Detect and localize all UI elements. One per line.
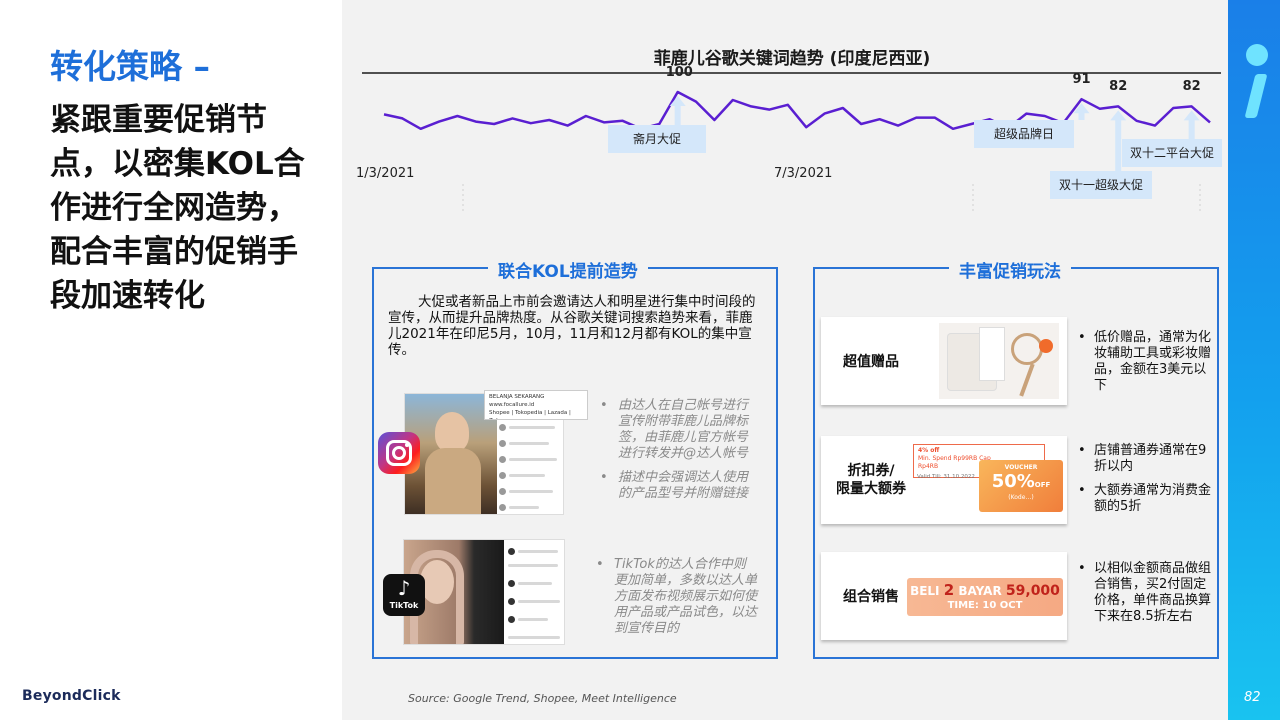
source-note: Source: Google Trend, Shopee, Meet Intel… (408, 692, 677, 705)
instagram-point-1: • 由达人在自己帐号进行宣传附带菲鹿儿品牌标签，由菲鹿儿官方帐号进行转发并@达人帐… (600, 398, 749, 461)
peak-value-label: 91 (1072, 72, 1091, 88)
event-annotation: 双十一超级大促 (1050, 171, 1152, 199)
tiktok-video-screenshot (403, 539, 565, 645)
gift-note: • 低价赠品，通常为化妆辅助工具或彩妆赠品，金额在3美元以下 (1078, 330, 1212, 393)
promo-tile-voucher: 折扣券/ 限量大额券 4% off Min. Spend Rp99RB Cap … (821, 436, 1067, 524)
promo-tile-gift: 超值赠品 (821, 317, 1067, 405)
shop-link-card: BELANJA SEKARANG www.focallure.id Shopee… (484, 390, 588, 420)
kol-box-title: 联合KOL提前造势 (488, 257, 648, 282)
promo-box-title: 丰富促销玩法 (949, 257, 1071, 282)
event-annotation: 斋月大促 (608, 125, 706, 153)
promo-tile-bundle-label: 组合销售 (843, 589, 899, 605)
accent-dot-icon (1246, 44, 1268, 66)
trend-chart (362, 72, 1221, 214)
tiktok-icon-label: TikTok (389, 601, 419, 610)
peak-value-label: 100 (665, 65, 693, 80)
eyelash-curler-icon (1011, 333, 1043, 365)
shop-link-stores: Shopee | Tokopedia | Lazada | Zalora (489, 410, 571, 419)
x-tick-label: 7/3/2021 (774, 166, 833, 181)
page-number: 82 (1244, 690, 1261, 705)
price-badge-icon (1039, 339, 1053, 353)
kol-paragraph: 大促或者新品上市前会邀请达人和明星进行集中时间段的宣传，从而提升品牌热度。从谷歌… (388, 294, 756, 358)
promo-tile-bundle: 组合销售 BELI 2 BAYAR 59,000 TIME: 10 OCT (821, 552, 1067, 640)
event-annotation: 超级品牌日 (974, 120, 1074, 148)
body-shape (425, 448, 481, 514)
instagram-icon (378, 432, 420, 474)
product-box-shape (979, 327, 1005, 381)
tiktok-point-1: • TikTok的达人合作中则更加简单，多数以达人单方面发布视频展示如何使用产品或… (596, 557, 758, 636)
section-kicker: 转化策略 – (50, 47, 210, 86)
x-tick-label: 1/3/2021 (356, 166, 415, 181)
peak-value-label: 82 (1182, 79, 1201, 95)
bundle-banner: BELI 2 BAYAR 59,000 TIME: 10 OCT (907, 578, 1063, 616)
peak-value-label: 82 (1109, 79, 1128, 95)
gift-product-image (939, 323, 1059, 399)
face-shape (435, 412, 469, 452)
left-panel: 转化策略 – 紧跟重要促销节点，以密集KOL合作进行全网造势，配合丰富的促销手段… (0, 0, 342, 720)
shop-link-header: BELANJA SEKARANG (489, 394, 545, 400)
voucher-note-1: • 店铺普通券通常在9折以内 (1078, 443, 1207, 474)
promo-tile-voucher-label: 折扣券/ 限量大额券 (836, 463, 906, 497)
shop-link-url[interactable]: www.focallure.id (489, 401, 583, 409)
tiktok-icon: ♪ TikTok (383, 574, 425, 616)
bundle-note: • 以相似金额商品做组合销售，买2付固定价格，单件商品换算下来在8.5折左右 (1078, 561, 1212, 624)
voucher-note-2: • 大额券通常为消费金额的5折 (1078, 483, 1212, 514)
brand-logo: BeyondClick (22, 688, 121, 704)
event-annotation: 双十二平台大促 (1122, 139, 1222, 167)
voucher-valid-date: Valid Till: 31.10.2022 (917, 474, 975, 480)
slide-headline: 紧跟重要促销节点，以密集KOL合作进行全网造势，配合丰富的促销手段加速转化 (50, 102, 305, 314)
big-voucher-card: VOUCHER 50%OFF (Kode…) (979, 460, 1063, 512)
promo-tile-gift-label: 超值赠品 (843, 354, 899, 370)
instagram-point-2: • 描述中会强调达人使用的产品型号并附赠链接 (600, 470, 749, 501)
